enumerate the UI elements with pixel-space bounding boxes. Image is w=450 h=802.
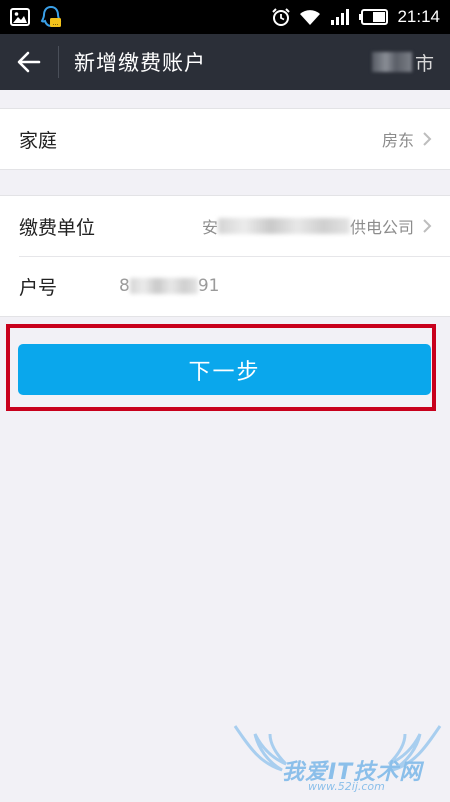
watermark: 我爱IT技术网 www.52ij.com [230, 718, 445, 798]
payment-unit-value: 安 供电公司 [202, 214, 414, 238]
city-selector[interactable]: 市 [371, 49, 434, 76]
account-number-row[interactable]: 户号 8 91 [0, 256, 450, 316]
qq-icon: ... [40, 5, 62, 29]
alarm-icon [271, 7, 291, 27]
header-divider [58, 46, 59, 78]
status-bar: ... 21:14 [0, 0, 450, 34]
next-step-button[interactable]: 下一步 [18, 344, 431, 395]
chevron-right-icon [422, 131, 432, 147]
family-label: 家庭 [19, 129, 58, 152]
payment-unit-prefix: 安 [201, 218, 218, 237]
payment-unit-row[interactable]: 缴费单位 安 供电公司 [0, 196, 450, 256]
watermark-url: www.52ij.com [308, 780, 385, 793]
group-account: 缴费单位 安 供电公司 户号 8 91 [0, 195, 450, 317]
clock: 21:14 [397, 7, 440, 26]
city-name-redacted [371, 52, 412, 72]
svg-text:...: ... [53, 20, 59, 27]
back-button[interactable] [0, 34, 58, 90]
payment-unit-suffix: 供电公司 [349, 218, 414, 237]
account-number-redacted [129, 278, 198, 294]
page-title: 新增缴费账户 [74, 51, 206, 75]
account-number-field[interactable]: 8 91 [119, 276, 219, 296]
family-value: 房东 [381, 131, 414, 150]
group-family: 家庭 房东 [0, 108, 450, 170]
account-number-prefix: 8 [119, 276, 130, 296]
family-row[interactable]: 家庭 房东 [0, 109, 450, 169]
wifi-icon [299, 8, 321, 26]
signal-icon [329, 8, 351, 26]
app-header: 新增缴费账户 市 [0, 34, 450, 90]
battery-icon [359, 9, 389, 25]
gallery-icon [10, 8, 30, 26]
city-suffix: 市 [414, 52, 434, 75]
chevron-right-icon [422, 218, 432, 234]
payment-unit-label: 缴费单位 [19, 216, 96, 239]
back-arrow-icon [17, 51, 41, 73]
account-number-suffix: 91 [197, 276, 220, 296]
account-number-label: 户号 [19, 276, 58, 299]
payment-unit-redacted [217, 218, 350, 234]
